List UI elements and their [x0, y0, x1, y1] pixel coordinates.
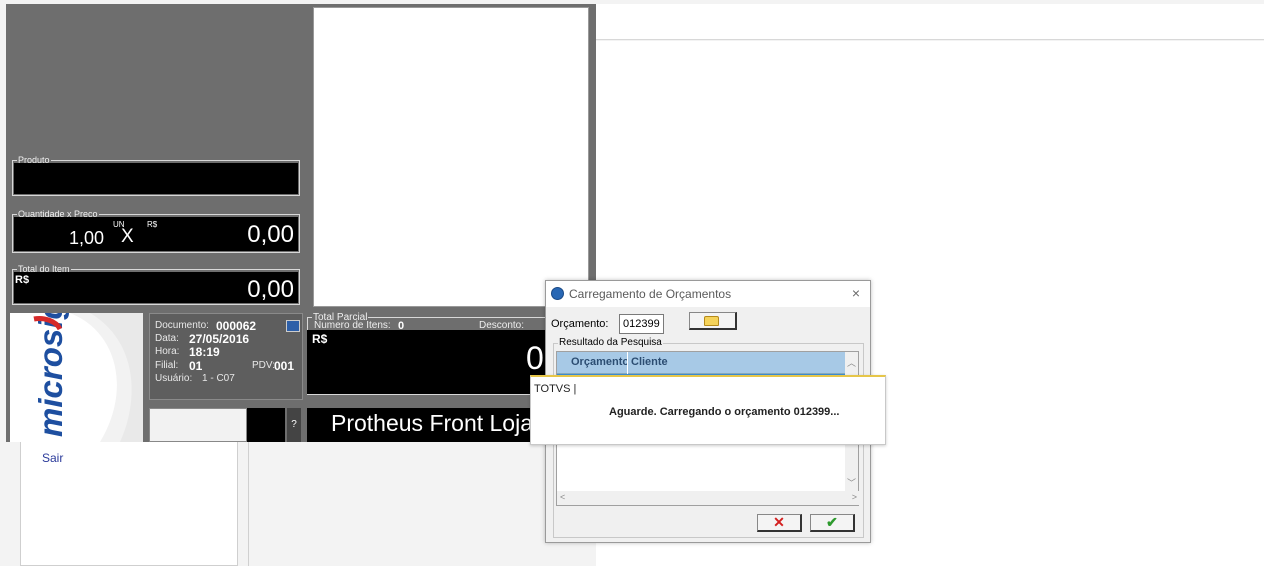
column-divider	[627, 352, 628, 374]
menu-item-sair[interactable]: Sair	[42, 451, 63, 465]
cancel-button[interactable]: ✕	[757, 514, 802, 532]
chevron-down-icon[interactable]: ﹀	[847, 476, 856, 489]
documento-label: Documento:	[155, 320, 209, 331]
code-input-field[interactable]	[149, 408, 247, 442]
usuario-label: Usuário:	[155, 373, 193, 384]
resultado-label: Resultado da Pesquisa	[558, 337, 663, 348]
quantity-value: 1,00	[69, 228, 105, 248]
document-info-panel: Documento: 000062 Data: 27/05/2016 Hora:…	[149, 313, 303, 400]
banner-text: Protheus Front Loja	[331, 410, 534, 436]
usuario-value: 1 - C07	[202, 373, 235, 384]
total-item-display: R$ 0,00	[14, 272, 298, 303]
hora-value: 18:19	[189, 345, 220, 359]
column-header-orcamento[interactable]: Orçamento	[571, 356, 627, 368]
help-button[interactable]: ?	[287, 408, 301, 442]
produto-group: Produto	[12, 154, 300, 196]
chevron-up-icon[interactable]: ︿	[847, 356, 856, 369]
chevron-right-icon[interactable]: >	[852, 492, 857, 502]
orcamento-label: Orçamento:	[551, 318, 609, 330]
total-item-currency: R$	[15, 274, 30, 286]
app-icon	[551, 287, 564, 300]
price-value: 0,00	[247, 221, 294, 248]
loading-popup: TOTVS | Aguarde. Carregando o orçamento …	[530, 375, 886, 445]
code-display	[247, 408, 285, 442]
popup-title: TOTVS |	[534, 383, 577, 395]
folder-icon	[704, 316, 719, 326]
times-symbol: X	[121, 226, 134, 247]
column-header-cliente[interactable]: Cliente	[631, 356, 668, 368]
documento-value: 000062	[216, 319, 257, 333]
logo-text: microsiga	[32, 313, 69, 437]
search-folder-button[interactable]	[689, 312, 737, 330]
confirm-button[interactable]: ✔	[810, 514, 855, 532]
data-label: Data:	[155, 333, 179, 344]
quantidade-display: 1,00 UN X R$ 0,00	[14, 217, 298, 251]
data-value: 27/05/2016	[189, 332, 250, 346]
total-parcial-currency: R$	[312, 332, 328, 346]
dialog-title: Carregamento de Orçamentos	[569, 287, 732, 301]
numero-itens-label: Numero de Itens:	[314, 320, 391, 331]
dialog-titlebar[interactable]: Carregamento de Orçamentos ×	[546, 281, 870, 307]
horizontal-scrollbar[interactable]: < >	[557, 491, 860, 505]
price-currency: R$	[147, 220, 158, 229]
item-list-panel	[313, 7, 589, 307]
quantidade-group: Quantidade x Preco 1,00 UN X R$ 0,00	[12, 208, 300, 253]
pos-window: Produto Quantidade x Preco 1,00 UN X R$ …	[6, 4, 597, 442]
pdv-value: 001	[274, 359, 295, 373]
desconto-label: Desconto:	[479, 320, 525, 331]
total-item-value: 0,00	[247, 276, 294, 303]
loading-message: Aguarde. Carregando o orçamento 012399..…	[609, 406, 840, 418]
produto-display[interactable]	[14, 163, 298, 194]
background-divider	[248, 440, 249, 566]
grid-header: Orçamento Cliente	[557, 352, 847, 374]
pdv-label: PDV:	[252, 360, 275, 371]
filial-label: Filial:	[155, 360, 179, 371]
numero-itens-value: 0	[398, 320, 405, 332]
background-header	[596, 4, 1264, 40]
filial-value: 01	[189, 359, 203, 373]
total-item-group: Total do Item R$ 0,00	[12, 263, 300, 305]
monitor-icon[interactable]	[286, 320, 300, 332]
chevron-left-icon[interactable]: <	[560, 492, 565, 502]
microsiga-logo: microsiga	[10, 313, 143, 442]
hora-label: Hora:	[155, 346, 180, 357]
close-icon[interactable]: ×	[852, 285, 860, 301]
orcamento-input[interactable]	[619, 314, 664, 334]
